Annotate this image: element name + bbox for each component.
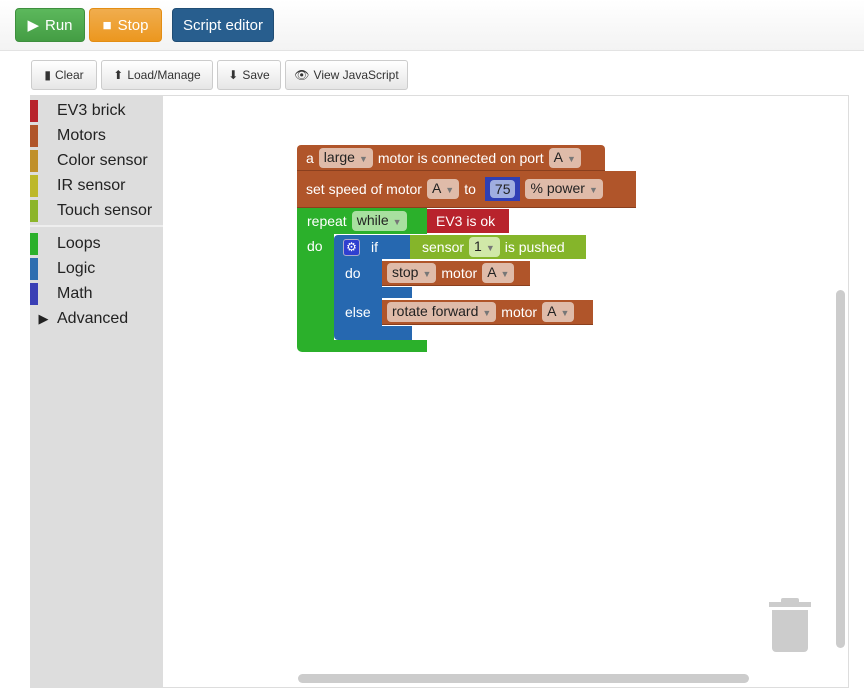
top-bar: ▶ Run ■ Stop Script editor — [0, 0, 864, 51]
color-swatch — [30, 99, 38, 122]
category-ir-sensor[interactable]: IR sensor — [30, 173, 163, 198]
download-icon: ⬇ — [228, 68, 239, 82]
color-swatch — [30, 174, 38, 197]
play-icon: ▶ — [27, 17, 39, 34]
save-button[interactable]: ⬇ Save — [217, 60, 281, 90]
number-block[interactable]: 75 — [484, 177, 521, 201]
upload-icon: ⬆ — [113, 68, 124, 82]
category-logic[interactable]: Logic — [30, 256, 163, 281]
color-swatch — [30, 149, 38, 172]
trash-icon[interactable] — [769, 598, 811, 654]
expand-triangle-icon: ▶ — [38, 310, 49, 326]
category-ev3-brick[interactable]: EV3 brick — [30, 98, 163, 123]
view-javascript-button[interactable]: 👁 View JavaScript — [285, 60, 408, 90]
stop-icon: ■ — [102, 16, 112, 34]
category-math[interactable]: Math — [30, 281, 163, 306]
run-button[interactable]: ▶ Run — [15, 8, 85, 42]
horizontal-scrollbar[interactable] — [298, 674, 749, 683]
set-speed-block[interactable]: set speed of motor A ▼ to 75 % power ▼ — [297, 171, 636, 208]
clear-button[interactable]: ▮ Clear — [31, 60, 97, 90]
gear-icon[interactable]: ⚙ — [343, 239, 360, 256]
vertical-scrollbar[interactable] — [836, 290, 845, 648]
motor-connected-block[interactable]: a large ▼ motor is connected on port A ▼ — [297, 145, 605, 171]
category-loops[interactable]: Loops — [30, 231, 163, 256]
if-label: if — [371, 239, 378, 255]
port-dropdown[interactable]: A ▼ — [426, 179, 460, 199]
category-advanced[interactable]: ▶ Advanced — [30, 306, 163, 331]
action-dropdown[interactable]: stop ▼ — [387, 263, 437, 283]
color-swatch — [30, 257, 38, 280]
eye-icon: 👁 — [294, 68, 310, 82]
port-dropdown[interactable]: A ▼ — [548, 147, 581, 168]
load-manage-button[interactable]: ⬆ Load/Manage — [101, 60, 213, 90]
port-dropdown[interactable]: A ▼ — [482, 263, 515, 283]
color-swatch — [30, 124, 38, 147]
else-label: else — [345, 304, 371, 320]
motor-size-dropdown[interactable]: large ▼ — [318, 147, 373, 168]
color-swatch — [30, 282, 38, 305]
color-swatch — [30, 199, 38, 222]
ev3-is-ok-block[interactable]: EV3 is ok — [427, 209, 509, 233]
unit-dropdown[interactable]: % power ▼ — [525, 179, 603, 199]
repeat-header: repeat while ▼ — [297, 208, 407, 234]
sensor-dropdown[interactable]: 1 ▼ — [469, 237, 500, 257]
repeat-mode-dropdown[interactable]: while ▼ — [351, 211, 407, 231]
toolbox: EV3 brick Motors Color sensor IR sensor … — [30, 96, 163, 688]
stop-motor-block[interactable]: stop ▼ motor A ▼ — [382, 261, 530, 286]
if-do-label: do — [345, 265, 361, 281]
category-motors[interactable]: Motors — [30, 123, 163, 148]
number-field[interactable]: 75 — [489, 180, 516, 198]
port-dropdown[interactable]: A ▼ — [542, 302, 575, 322]
color-swatch — [30, 232, 38, 255]
rotate-motor-block[interactable]: rotate forward ▼ motor A ▼ — [382, 300, 593, 325]
file-icon: ▮ — [44, 68, 51, 82]
sensor-pushed-block[interactable]: sensor 1 ▼ is pushed — [410, 235, 586, 259]
action-dropdown[interactable]: rotate forward ▼ — [387, 302, 497, 322]
stop-button[interactable]: ■ Stop — [89, 8, 162, 42]
divider — [30, 225, 163, 227]
do-label: do — [307, 238, 323, 254]
script-editor-button[interactable]: Script editor — [172, 8, 274, 42]
category-touch-sensor[interactable]: Touch sensor — [30, 198, 163, 223]
category-color-sensor[interactable]: Color sensor — [30, 148, 163, 173]
